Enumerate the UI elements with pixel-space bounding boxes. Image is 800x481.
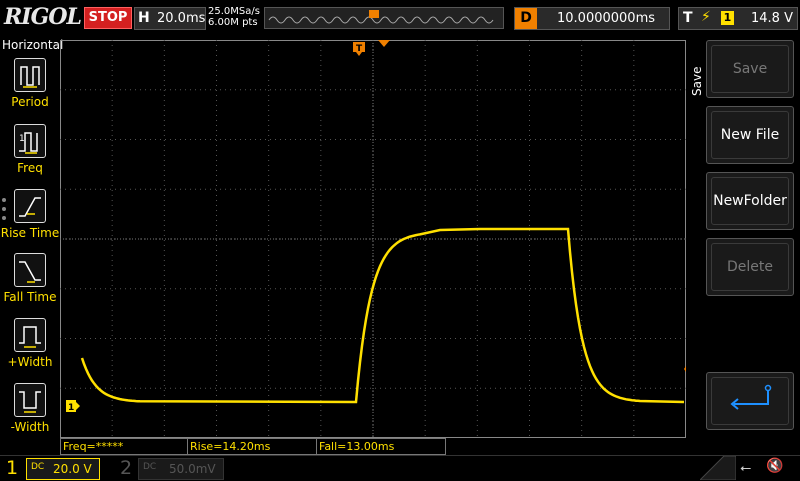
rise-result: Rise=14.20ms bbox=[187, 438, 317, 455]
ch1-ground-label: 1 bbox=[68, 403, 74, 412]
measure-period[interactable]: Period bbox=[0, 58, 60, 109]
memory-depth: 6.00M pts bbox=[208, 17, 258, 28]
period-icon bbox=[14, 58, 46, 92]
measure-minus-width[interactable]: -Width bbox=[0, 383, 60, 434]
sample-rate: 25.0MSa/s bbox=[208, 6, 260, 17]
save-menu-title-wrap: Save bbox=[686, 62, 706, 102]
trigger-level: 14.8 V bbox=[751, 11, 793, 26]
fall-result: Fall=13.00ms bbox=[316, 438, 446, 455]
delete-button-label: Delete bbox=[711, 243, 789, 291]
ch2-scale: 50.0mV bbox=[169, 462, 216, 476]
waveform-display[interactable] bbox=[60, 40, 686, 438]
measure-fall-time-label: Fall Time bbox=[3, 290, 57, 304]
minus-width-icon bbox=[14, 383, 46, 417]
save-menu-title: Save bbox=[690, 66, 704, 96]
channel-bar-corner bbox=[700, 456, 736, 480]
usb-icon: ⭠ bbox=[740, 460, 752, 476]
ch1-ground-marker[interactable]: 1 bbox=[66, 400, 80, 412]
ch1-status[interactable]: 1 DC 20.0 V bbox=[0, 456, 100, 480]
ch1-scale: 20.0 V bbox=[53, 462, 92, 476]
rise-time-icon bbox=[14, 189, 46, 223]
delay-key: D bbox=[515, 8, 537, 29]
enter-arrow-icon bbox=[730, 384, 772, 410]
measure-rise-time-label: Rise Time bbox=[0, 226, 60, 240]
ch2-status[interactable]: 2 DC 50.0mV bbox=[114, 456, 224, 480]
trigger-key: T bbox=[683, 10, 693, 26]
measure-minus-width-label: -Width bbox=[10, 420, 50, 434]
fall-time-icon bbox=[14, 253, 46, 287]
trigger-box[interactable]: T ⚡ 1 14.8 V bbox=[678, 7, 798, 30]
measure-period-label: Period bbox=[11, 95, 49, 109]
horizontal-key: H bbox=[138, 10, 150, 26]
grid bbox=[60, 40, 686, 438]
new-folder-button-label: NewFolder bbox=[711, 177, 789, 225]
measure-plus-width-label: +Width bbox=[7, 355, 53, 369]
delay-marker bbox=[378, 40, 390, 47]
timebase-value: 20.0ms bbox=[157, 11, 206, 26]
brand-logo: RIGOL bbox=[4, 4, 82, 30]
run-stop-indicator[interactable]: STOP bbox=[84, 7, 132, 29]
measure-panel-title: Horizontal bbox=[2, 38, 64, 52]
new-file-button[interactable]: New File bbox=[706, 106, 794, 164]
measure-plus-width[interactable]: +Width bbox=[0, 318, 60, 369]
timebase-box[interactable]: H 20.0ms bbox=[134, 7, 206, 30]
trigger-pos-marker bbox=[369, 10, 379, 18]
enter-button[interactable] bbox=[706, 372, 794, 430]
new-file-button-label: New File bbox=[711, 111, 789, 159]
trigger-source: 1 bbox=[721, 11, 734, 25]
memory-overview-waveform bbox=[268, 10, 494, 24]
ch1-number: 1 bbox=[6, 457, 19, 479]
svg-text:1: 1 bbox=[19, 134, 25, 144]
ch1-trace bbox=[80, 227, 685, 404]
delay-box[interactable]: D 10.0000000ms bbox=[514, 7, 670, 30]
memory-overview[interactable] bbox=[264, 7, 504, 29]
delete-button[interactable]: Delete bbox=[706, 238, 794, 296]
measure-freq[interactable]: 1 Freq bbox=[0, 124, 60, 175]
trigger-position-marker[interactable]: T bbox=[353, 42, 365, 56]
save-button[interactable]: Save bbox=[706, 40, 794, 98]
acquisition-info: 25.0MSa/s 6.00M pts bbox=[208, 6, 260, 28]
freq-icon: 1 bbox=[14, 124, 46, 158]
rising-edge-icon: ⚡ bbox=[701, 9, 711, 25]
trigger-marker-label: T bbox=[356, 44, 363, 54]
ch1-coupling: DC bbox=[31, 462, 45, 472]
measure-rise-time[interactable]: Rise Time bbox=[0, 189, 60, 240]
speaker-muted-icon[interactable]: 🔇 bbox=[766, 458, 783, 474]
freq-result: Freq=***** bbox=[60, 438, 188, 455]
delay-value: 10.0000000ms bbox=[557, 11, 656, 26]
ch2-number: 2 bbox=[120, 457, 133, 479]
ch2-coupling: DC bbox=[143, 462, 157, 472]
measure-freq-label: Freq bbox=[17, 161, 43, 175]
measure-fall-time[interactable]: Fall Time bbox=[0, 253, 60, 304]
plus-width-icon bbox=[14, 318, 46, 352]
new-folder-button[interactable]: NewFolder bbox=[706, 172, 794, 230]
save-button-label: Save bbox=[711, 45, 789, 93]
